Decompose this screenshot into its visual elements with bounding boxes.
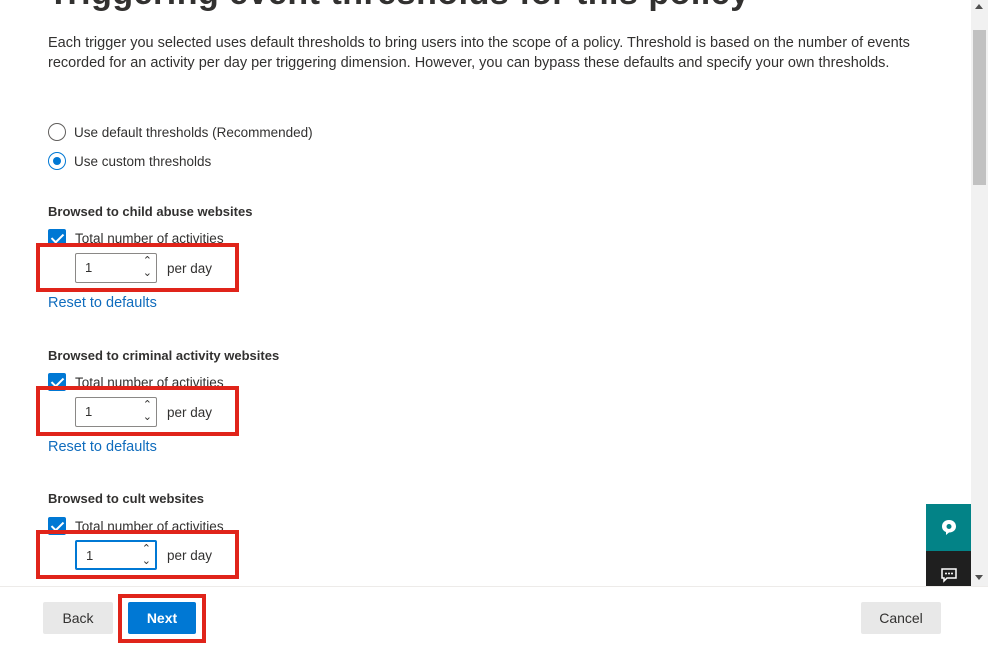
back-button[interactable]: Back bbox=[43, 602, 113, 634]
checkbox-label: Total number of activities bbox=[75, 374, 224, 390]
reset-defaults-link-1[interactable]: Reset to defaults bbox=[48, 295, 157, 311]
radio-button[interactable] bbox=[48, 152, 66, 170]
chevron-down-icon[interactable]: ⌄ bbox=[143, 267, 152, 279]
page-description: Each trigger you selected uses default t… bbox=[48, 35, 910, 71]
chevron-down-icon[interactable]: ⌄ bbox=[143, 411, 152, 423]
threshold-input-1[interactable]: 1 ⌃ ⌄ bbox=[75, 253, 157, 283]
checkbox[interactable] bbox=[48, 229, 66, 247]
radio-label: Use default thresholds (Recommended) bbox=[74, 124, 313, 140]
unit-label: per day bbox=[167, 548, 213, 563]
threshold-value: 1 bbox=[86, 548, 94, 563]
section-title-criminal-activity: Browsed to criminal activity websites bbox=[48, 348, 280, 363]
checkbox[interactable] bbox=[48, 373, 66, 391]
unit-label: per day bbox=[167, 261, 213, 276]
checkbox-label: Total number of activities bbox=[75, 230, 224, 246]
checkbox-total-activities-2[interactable]: Total number of activities bbox=[48, 373, 224, 391]
help-icon bbox=[941, 519, 956, 535]
chevron-up-icon[interactable]: ⌃ bbox=[143, 399, 152, 411]
checkbox-total-activities-1[interactable]: Total number of activities bbox=[48, 229, 224, 247]
scroll-up-icon[interactable] bbox=[975, 4, 983, 9]
chevron-down-icon[interactable]: ⌄ bbox=[142, 555, 151, 567]
feedback-icon bbox=[940, 567, 957, 583]
section-title-child-abuse: Browsed to child abuse websites bbox=[48, 204, 253, 219]
threshold-input-2[interactable]: 1 ⌃ ⌄ bbox=[75, 397, 157, 427]
radio-button[interactable] bbox=[48, 123, 66, 141]
radio-default-thresholds[interactable]: Use default thresholds (Recommended) bbox=[48, 123, 313, 141]
next-button[interactable]: Next bbox=[128, 602, 196, 634]
checkbox-label: Total number of activities bbox=[75, 518, 224, 534]
vertical-scrollbar[interactable] bbox=[971, 0, 988, 586]
checkbox-total-activities-3[interactable]: Total number of activities bbox=[48, 517, 224, 535]
page-title: Triggering event thresholds for this pol… bbox=[48, 0, 750, 13]
chevron-up-icon[interactable]: ⌃ bbox=[142, 543, 151, 555]
chevron-up-icon[interactable]: ⌃ bbox=[143, 255, 152, 267]
main-content: Triggering event thresholds for this pol… bbox=[0, 0, 971, 586]
unit-label: per day bbox=[167, 405, 213, 420]
scroll-down-icon[interactable] bbox=[975, 575, 983, 580]
threshold-value: 1 bbox=[85, 260, 93, 275]
section-title-cult: Browsed to cult websites bbox=[48, 491, 205, 506]
reset-defaults-link-2[interactable]: Reset to defaults bbox=[48, 439, 157, 455]
radio-label: Use custom thresholds bbox=[74, 153, 212, 169]
radio-custom-thresholds[interactable]: Use custom thresholds bbox=[48, 152, 211, 170]
cancel-button[interactable]: Cancel bbox=[861, 602, 941, 634]
scroll-thumb[interactable] bbox=[973, 30, 986, 185]
help-button[interactable] bbox=[926, 504, 971, 551]
checkbox[interactable] bbox=[48, 517, 66, 535]
threshold-input-3[interactable]: 1 ⌃ ⌄ bbox=[75, 540, 157, 570]
threshold-value: 1 bbox=[85, 404, 93, 419]
